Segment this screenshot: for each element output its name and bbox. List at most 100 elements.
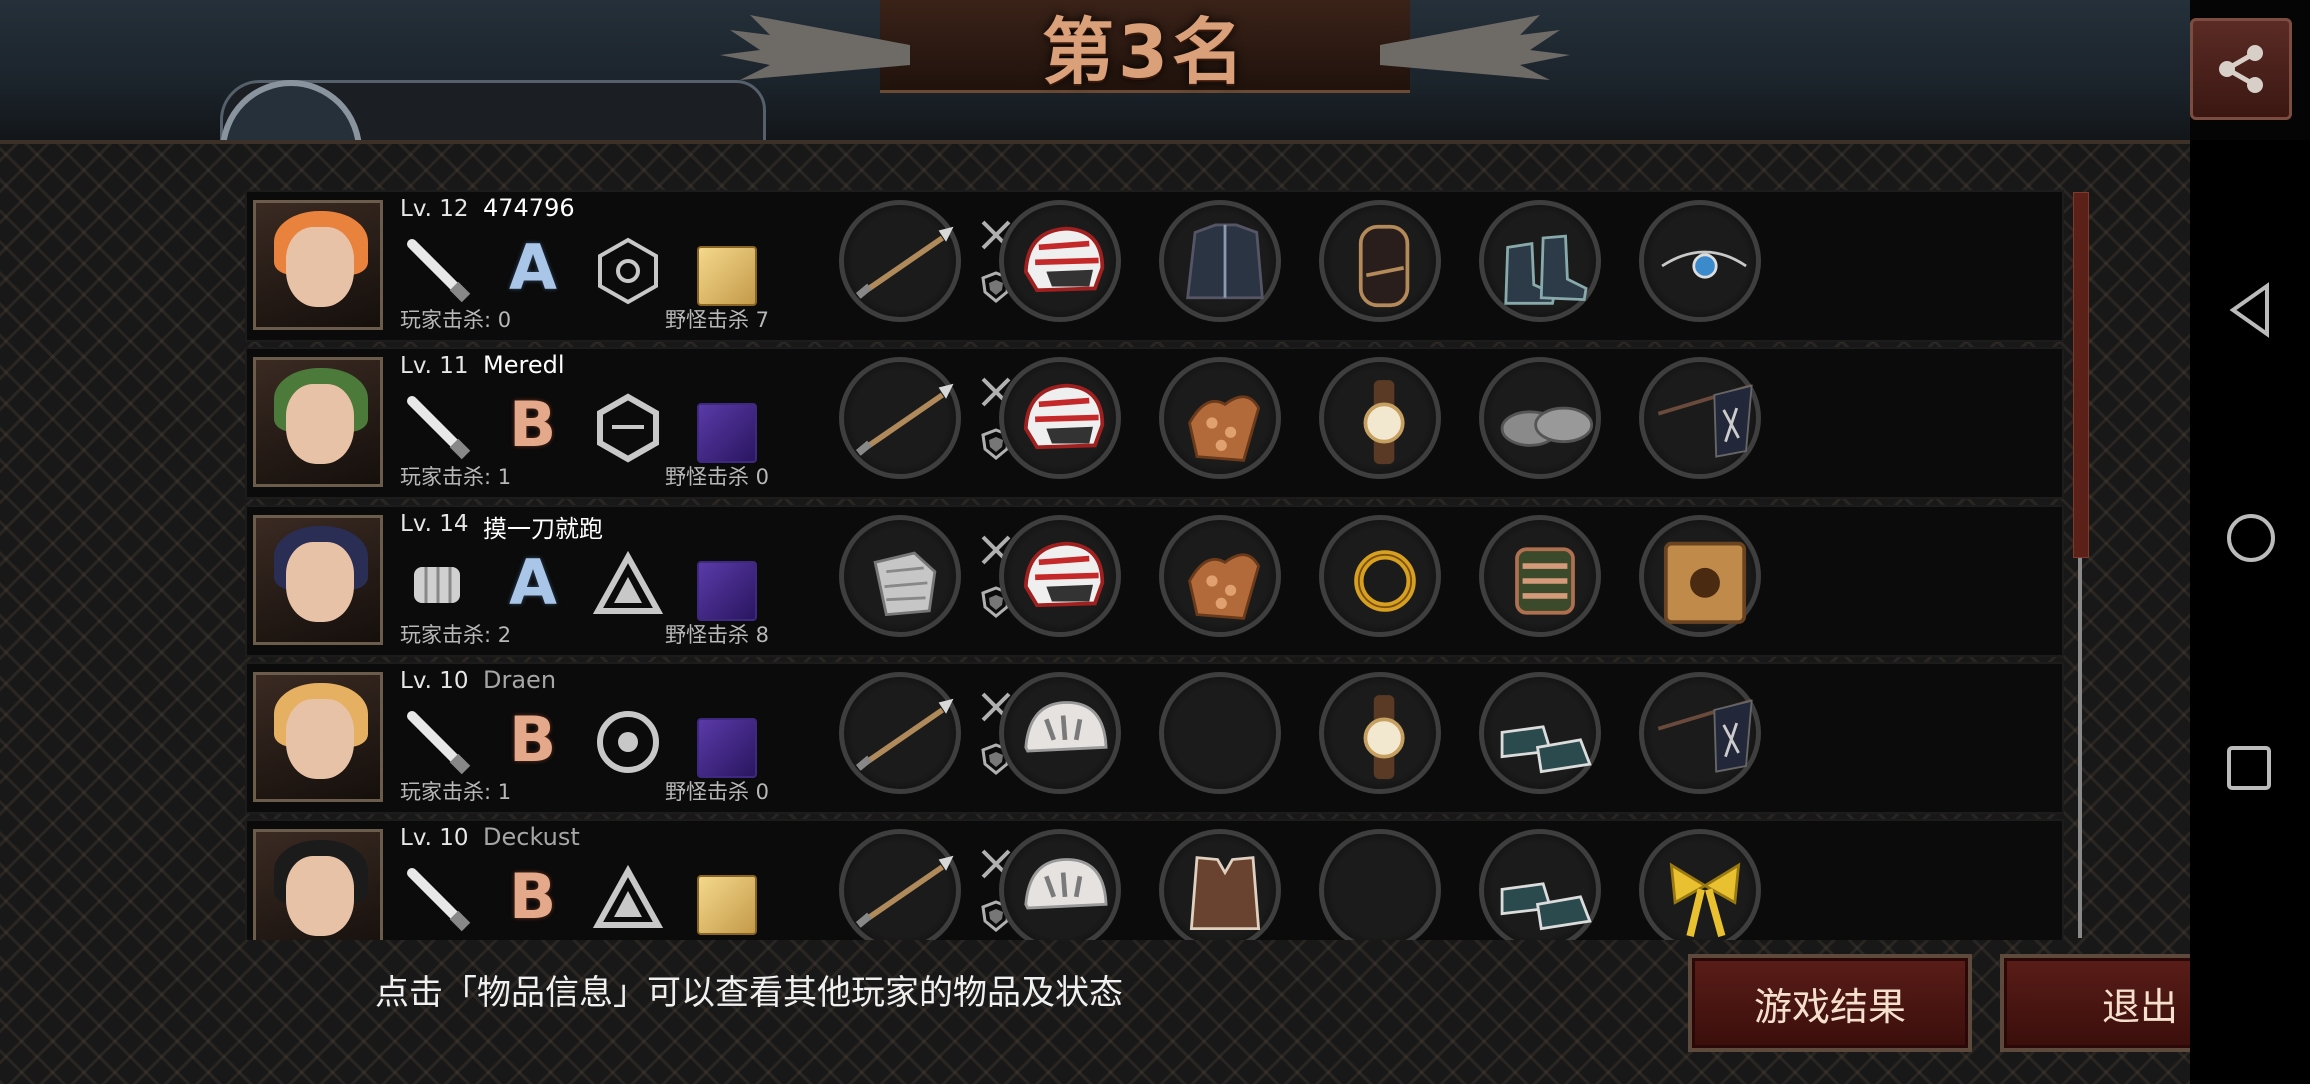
player-level: Lv. 14 [400,511,469,537]
equipment-slot[interactable] [839,829,961,940]
monster-kills-text: 野怪击杀 7 [665,308,770,332]
tactical-skill-icon [592,864,664,928]
equipment-slot[interactable] [999,515,1121,637]
avatar-face [286,384,354,464]
equipment-slot[interactable] [1639,200,1761,322]
sneakers-icon [1500,725,1592,774]
equipment-slot[interactable] [1319,672,1441,794]
equipment-slot[interactable] [1159,200,1281,322]
material-icon [697,875,757,935]
player-name: Deckust [483,823,580,851]
player-avatar[interactable] [253,200,383,330]
player-avatar[interactable] [253,829,383,940]
moto-helmet-icon [1023,541,1105,608]
player-level: Lv. 10 [400,668,469,694]
equipment-slot[interactable] [999,200,1121,322]
hint-text: 点击「物品信息」可以查看其他玩家的物品及状态 [375,973,1123,1013]
scrollbar-thumb[interactable] [2073,192,2089,558]
back-nav-icon[interactable] [2225,282,2275,338]
share-icon [2219,45,2263,93]
player-avatar[interactable] [253,672,383,802]
spear-icon [855,855,954,928]
material-icon [697,246,757,306]
equipment-slot[interactable] [1159,672,1281,794]
home-nav-icon[interactable] [2225,512,2277,564]
slippers-icon [1500,406,1594,447]
equipment-slot[interactable] [1159,357,1281,479]
weapon-grade: B [509,703,557,776]
player-row[interactable]: Lv. 11MeredlB玩家击杀: 1野怪击杀 072156 [245,347,2064,499]
equipment-slot[interactable] [999,829,1121,940]
avatar-face [286,856,354,936]
equipment-slot[interactable] [1479,200,1601,322]
tactical-skill-icon [598,237,658,305]
bow-ribbon-icon [1669,862,1741,938]
monster-kills-text: 野怪击杀 0 [665,465,770,489]
boots-icon [1504,234,1588,305]
flag-icon [1657,698,1753,773]
equipment-slot[interactable] [1639,515,1761,637]
player-row[interactable]: Lv. 10DraenB玩家击杀: 1野怪击杀 06267 [245,662,2064,814]
equipment-slot[interactable] [1319,829,1441,940]
spear-icon [855,698,954,771]
spear-icon [855,226,954,299]
monster-kills-text: 野怪击杀 8 [665,623,770,647]
equipment-slot[interactable] [1479,515,1601,637]
equipment-slot[interactable] [999,357,1121,479]
player-avatar[interactable] [253,357,383,487]
equipment-slot[interactable] [1479,357,1601,479]
material-icon [697,561,757,621]
equipment-slot[interactable] [839,672,961,794]
watch-icon [1363,380,1405,465]
recents-nav-icon[interactable] [2225,744,2273,792]
white-helmet-icon [1024,701,1108,753]
flag-icon [1657,383,1753,458]
equipment-slot[interactable] [839,515,961,637]
material-icon [697,403,757,463]
equipment-slot[interactable] [1639,829,1761,940]
tactical-skill-icon [597,711,659,773]
player-name: 摸一刀就跑 [483,515,603,543]
monster-kills-text: 野怪击杀 0 [665,780,770,804]
equipment-slot[interactable] [1319,200,1441,322]
bat-weapon-icon [407,868,471,932]
tactical-skill-icon [592,550,664,614]
player-level: Lv. 12 [400,196,469,222]
equipment-slot[interactable] [1479,829,1601,940]
vest-icon [1189,856,1261,930]
player-avatar[interactable] [253,515,383,645]
supply-box-icon [1663,541,1747,624]
game-result-button[interactable]: 游戏结果 [1688,954,1972,1052]
player-row[interactable]: Lv. 14摸一刀就跑A玩家击杀: 2野怪击杀 8160216 [245,505,2064,657]
equipment-slot[interactable] [1319,515,1441,637]
arm-guard-icon [1515,547,1575,615]
equipment-slot[interactable] [1479,672,1601,794]
player-list[interactable]: Lv. 12474796A玩家击杀: 0野怪击杀 7148208Lv. 11Me… [245,190,2065,940]
equipment-slot[interactable] [1639,357,1761,479]
equipment-slot[interactable] [1159,515,1281,637]
player-row[interactable]: Lv. 10DeckustB6564 [245,819,2064,940]
amulet-icon [1661,250,1747,279]
equipment-slot[interactable] [839,357,961,479]
watch-icon [1363,695,1405,780]
equipment-slot[interactable] [839,200,961,322]
avatar-face [286,699,354,779]
player-name: 474796 [483,194,575,222]
player-level: Lv. 11 [400,353,469,379]
equipment-slot[interactable] [1159,829,1281,940]
equipment-slot[interactable] [999,672,1121,794]
player-row[interactable]: Lv. 12474796A玩家击杀: 0野怪击杀 7148208 [245,190,2064,342]
share-button[interactable] [2190,18,2292,120]
android-nav-bar [2190,140,2310,1080]
bat-weapon-icon [407,396,471,460]
sneakers-icon [1500,882,1592,931]
player-name: Draen [483,666,557,694]
bat-weapon-icon [407,711,471,775]
equipment-slot[interactable] [1639,672,1761,794]
gauntlet-icon [873,551,937,617]
equipment-slot[interactable] [1319,357,1441,479]
avatar-face [286,542,354,622]
bracelet-icon [1354,550,1416,612]
weapon-grade: B [509,388,557,461]
rank-title-plate: 第3名 [720,0,1570,94]
